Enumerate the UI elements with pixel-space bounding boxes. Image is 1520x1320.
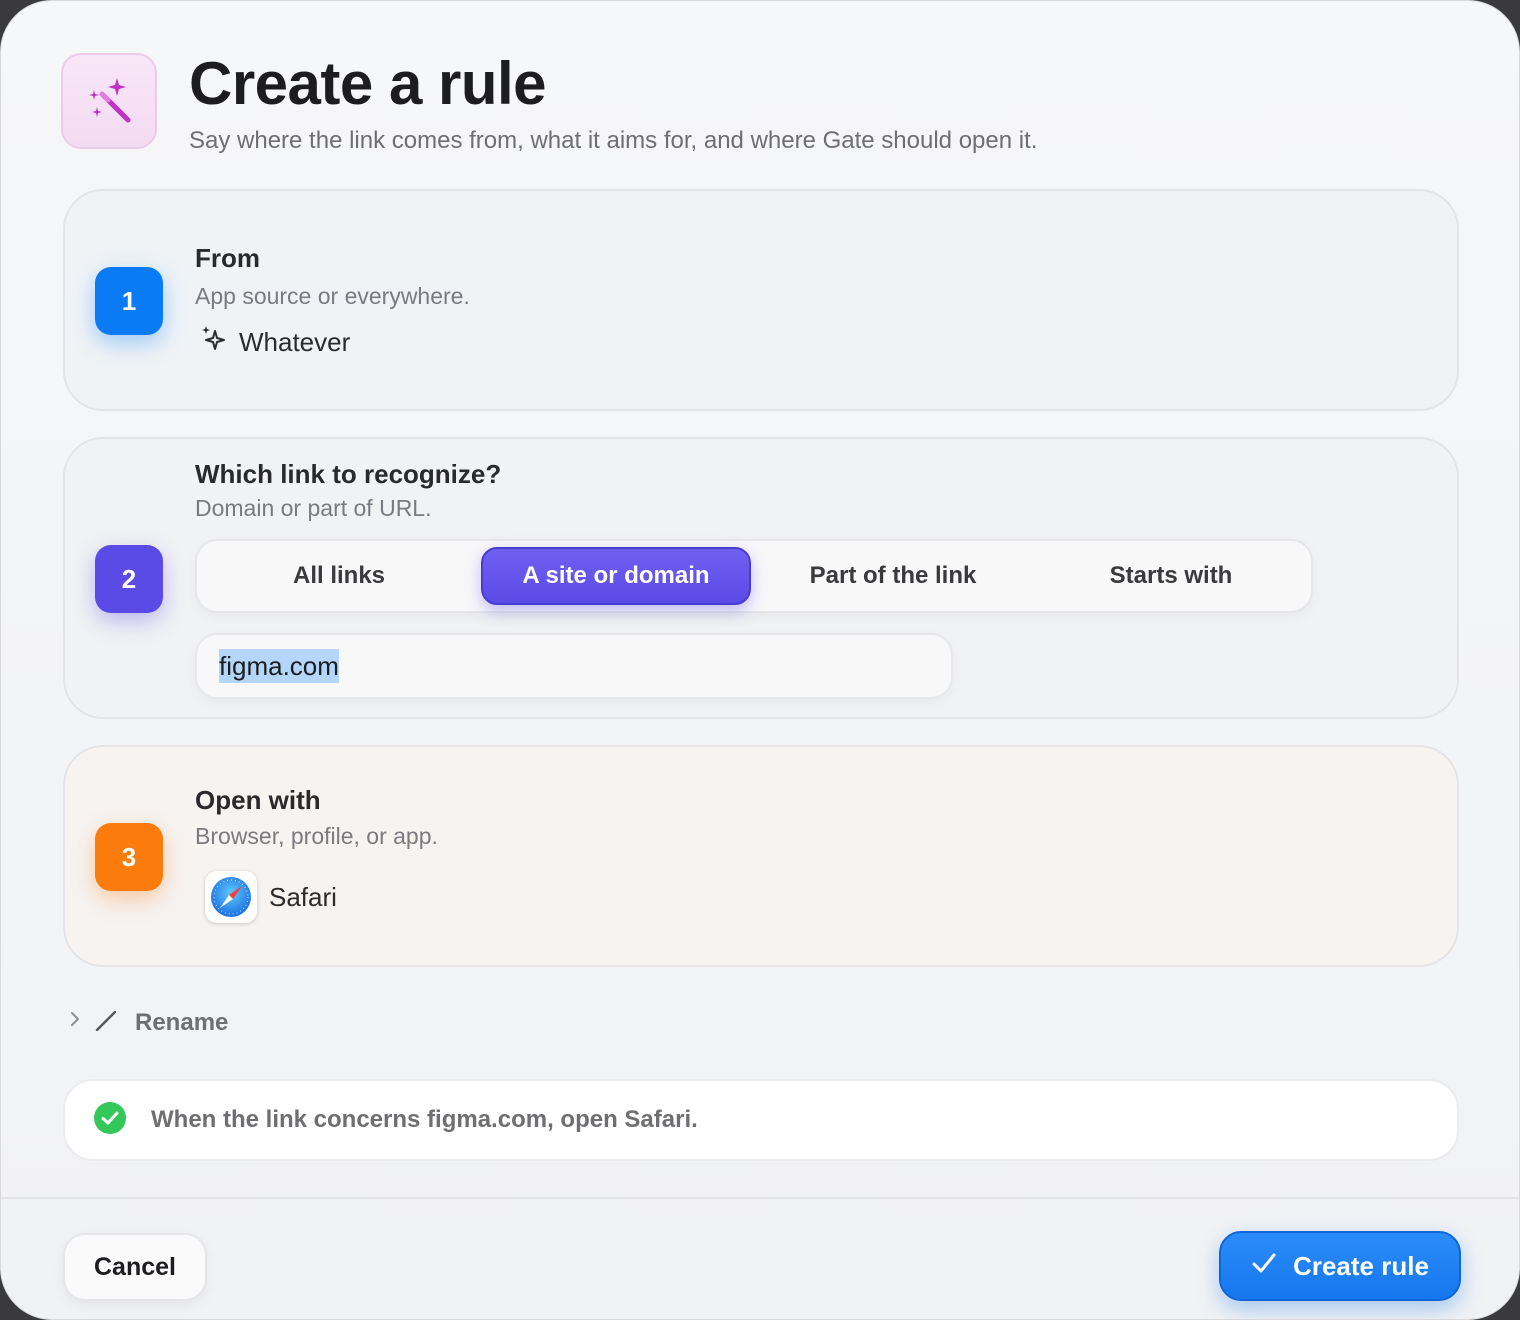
- check-circle-icon: [93, 1101, 127, 1140]
- step-match-card: 2 Which link to recognize? Domain or par…: [63, 437, 1459, 719]
- segment-part-of-link[interactable]: Part of the link: [757, 547, 1029, 605]
- page-subtitle: Say where the link comes from, what it a…: [189, 127, 1038, 154]
- cancel-button[interactable]: Cancel: [63, 1233, 207, 1301]
- page-title: Create a rule: [189, 50, 547, 117]
- from-source-selector[interactable]: Whatever: [199, 325, 350, 360]
- rule-summary-text: When the link concerns figma.com, open S…: [151, 1106, 698, 1133]
- rule-summary: When the link concerns figma.com, open S…: [63, 1079, 1459, 1161]
- step-open-with-title: Open with: [195, 785, 321, 815]
- step-3-badge: 3: [95, 823, 163, 891]
- create-rule-button[interactable]: Create rule: [1219, 1231, 1461, 1301]
- segment-site-or-domain[interactable]: A site or domain: [481, 547, 751, 605]
- safari-compass-icon: [205, 871, 257, 923]
- match-type-segmented-control: All links A site or domain Part of the l…: [195, 539, 1313, 613]
- step-from-card: 1 From App source or everywhere. Whateve…: [63, 189, 1459, 411]
- domain-input[interactable]: figma.com: [195, 633, 953, 699]
- step-from-subtitle: App source or everywhere.: [195, 283, 470, 309]
- segment-starts-with[interactable]: Starts with: [1035, 547, 1307, 605]
- chevron-right-icon: [67, 1007, 85, 1038]
- checkmark-icon: [1251, 1250, 1277, 1283]
- rename-disclosure[interactable]: Rename: [67, 1007, 228, 1038]
- pencil-icon: [95, 1007, 119, 1038]
- create-rule-dialog: Create a rule Say where the link comes f…: [0, 0, 1520, 1320]
- magic-wand-icon: [61, 53, 157, 149]
- segment-all-links[interactable]: All links: [203, 547, 475, 605]
- open-with-app-selector[interactable]: Safari: [205, 871, 337, 923]
- step-match-subtitle: Domain or part of URL.: [195, 495, 432, 521]
- footer-divider: [1, 1197, 1519, 1199]
- step-open-with-card: 3 Open with Browser, profile, or app. Sa…: [63, 745, 1459, 967]
- step-from-title: From: [195, 243, 260, 273]
- step-open-with-subtitle: Browser, profile, or app.: [195, 823, 438, 849]
- create-rule-label: Create rule: [1293, 1250, 1429, 1281]
- step-2-badge: 2: [95, 545, 163, 613]
- rename-label: Rename: [135, 1008, 229, 1036]
- domain-input-value: figma.com: [219, 649, 339, 683]
- step-1-badge: 1: [95, 267, 163, 335]
- from-source-value: Whatever: [239, 327, 351, 357]
- open-with-app-name: Safari: [269, 881, 337, 912]
- step-match-title: Which link to recognize?: [195, 459, 502, 489]
- sparkles-icon: [199, 325, 227, 360]
